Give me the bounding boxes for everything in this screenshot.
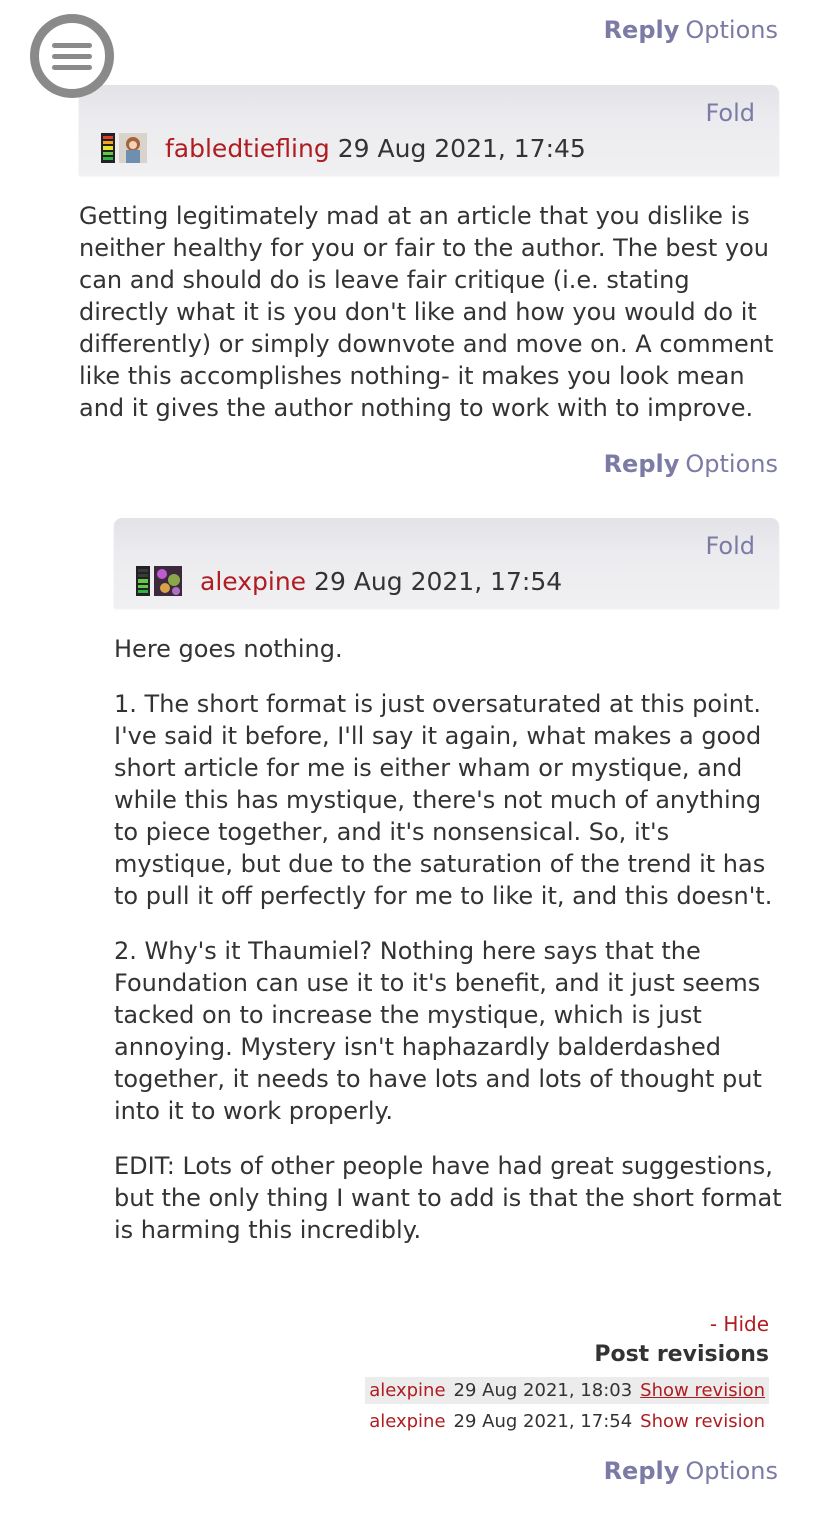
karma-icon: [136, 566, 150, 596]
comment-body: Here goes nothing. 1. The short format i…: [114, 633, 782, 1269]
author-link[interactable]: fabledtiefling: [165, 134, 330, 163]
revision-row: alexpine 29 Aug 2021, 18:03 Show revisio…: [365, 1377, 769, 1404]
comment-header: Fold fabledtiefling 29 Aug 2021, 17:45: [79, 85, 779, 175]
post-revisions: - Hide Post revisions alexpine 29 Aug 20…: [365, 1312, 769, 1435]
top-actions: Reply Options: [604, 16, 778, 44]
fold-button[interactable]: Fold: [705, 532, 755, 560]
comment-header: Fold alexpine 29 Aug 2021, 17:54: [114, 518, 779, 608]
comment-paragraph: Here goes nothing.: [114, 635, 343, 663]
revision-row: alexpine 29 Aug 2021, 17:54 Show revisio…: [365, 1408, 769, 1435]
comment-paragraph: EDIT: Lots of other people have had grea…: [114, 1152, 782, 1244]
author-link[interactable]: alexpine: [200, 567, 306, 596]
revisions-title: Post revisions: [594, 1342, 769, 1367]
avatar[interactable]: [119, 133, 147, 163]
comment-paragraph: 2. Why's it Thaumiel? Nothing here says …: [114, 937, 762, 1125]
comment-date: 29 Aug 2021, 17:45: [337, 133, 586, 163]
comment-actions: Reply Options: [604, 450, 778, 478]
karma-icon: [101, 133, 115, 163]
hide-revisions-button[interactable]: - Hide: [365, 1312, 769, 1336]
revision-author[interactable]: alexpine: [365, 1408, 449, 1435]
avatar[interactable]: [154, 566, 182, 596]
author-line: alexpine 29 Aug 2021, 17:54: [136, 566, 562, 596]
show-revision-link[interactable]: Show revision: [636, 1408, 769, 1435]
options-button[interactable]: Options: [685, 1457, 778, 1485]
revision-author[interactable]: alexpine: [365, 1377, 450, 1404]
comment-date: 29 Aug 2021, 17:54: [314, 566, 563, 596]
author-line: fabledtiefling 29 Aug 2021, 17:45: [101, 133, 586, 163]
reply-button[interactable]: Reply: [604, 1457, 680, 1485]
options-button[interactable]: Options: [685, 16, 778, 44]
fold-button[interactable]: Fold: [705, 99, 755, 127]
revision-date: 29 Aug 2021, 17:54: [453, 1411, 633, 1432]
options-button[interactable]: Options: [685, 450, 778, 478]
comment-actions: Reply Options: [604, 1457, 778, 1485]
show-revision-link[interactable]: Show revision: [636, 1377, 769, 1404]
revision-date: 29 Aug 2021, 18:03: [449, 1377, 637, 1404]
comment-text: Getting legitimately mad at an article t…: [79, 202, 774, 422]
comment-paragraph: 1. The short format is just oversaturate…: [114, 690, 773, 910]
menu-icon[interactable]: [30, 14, 114, 98]
comment-body: Getting legitimately mad at an article t…: [79, 200, 784, 447]
reply-button[interactable]: Reply: [604, 16, 680, 44]
reply-button[interactable]: Reply: [604, 450, 680, 478]
